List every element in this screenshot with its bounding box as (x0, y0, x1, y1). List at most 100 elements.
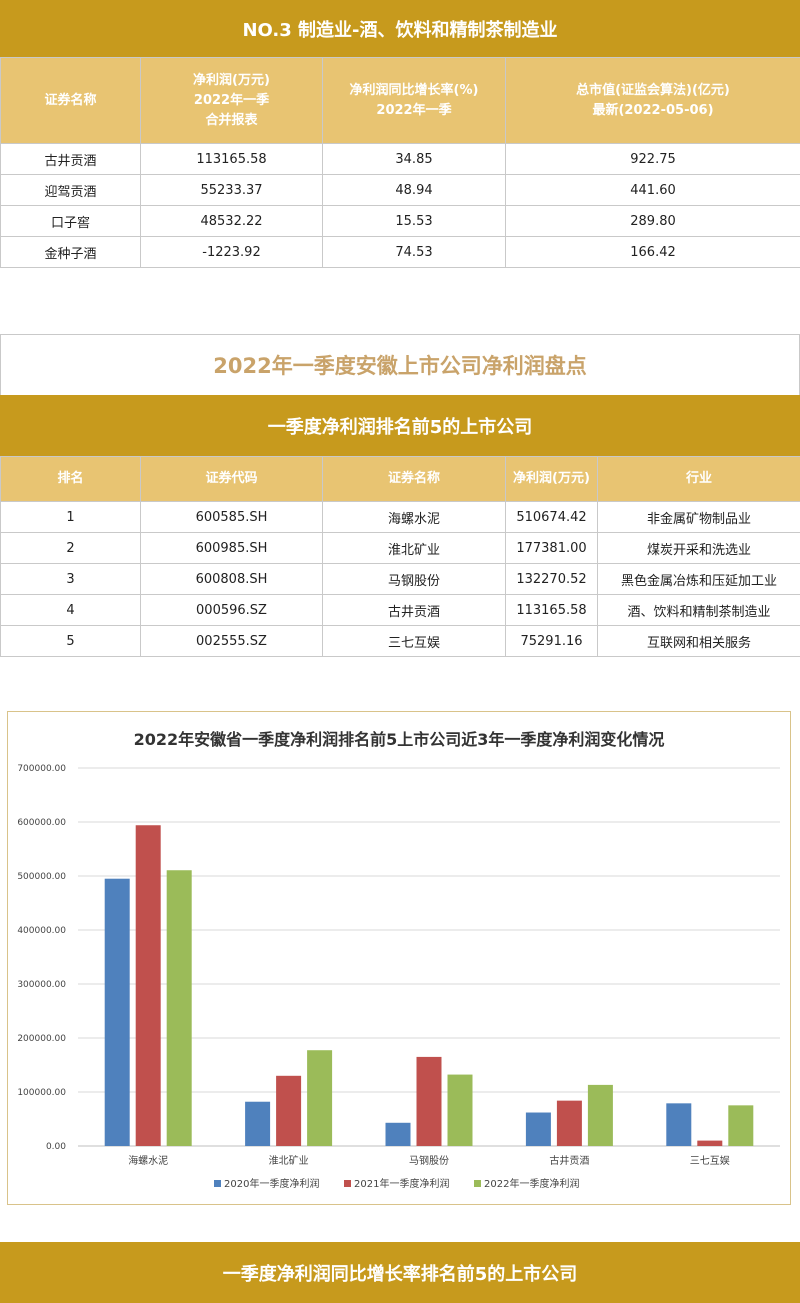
profit-chart: 2022年安徽省一季度净利润排名前5上市公司近3年一季度净利润变化情况 0.00… (7, 711, 791, 1205)
table-cell: 600985.SH (140, 532, 323, 564)
col-header-name: 证券名称 (0, 57, 141, 144)
table-cell: 2 (0, 532, 141, 564)
table-cell: 75291.16 (505, 625, 598, 657)
col-header: 证券代码 (140, 456, 323, 502)
table-cell: 922.75 (505, 143, 800, 175)
table-cell: 000596.SZ (140, 594, 323, 626)
section2-banner: 一季度净利润排名前5的上市公司 (0, 395, 800, 456)
bar (447, 1074, 473, 1146)
table-cell: 74.53 (322, 236, 506, 268)
bar (385, 1122, 411, 1146)
table-row: 金种子酒 -1223.92 74.53 166.42 (0, 236, 800, 268)
col-header: 排名 (0, 456, 141, 502)
y-tick-label: 400000.00 (17, 926, 66, 936)
table-cell: 金种子酒 (0, 236, 141, 268)
table-cell: 55233.37 (140, 174, 323, 206)
table-row: 古井贡酒 113165.58 34.85 922.75 (0, 143, 800, 175)
table-row: 口子窖 48532.22 15.53 289.80 (0, 205, 800, 237)
table-cell: 600585.SH (140, 501, 323, 533)
bar (525, 1112, 551, 1146)
col-header-line: 2022年一季 (376, 102, 452, 118)
industry-table-header: 证券名称 净利润(万元) 2022年一季 合并报表 净利润同比增长率(%) 20… (0, 57, 800, 144)
table-cell: 三七互娱 (322, 625, 506, 657)
table-cell: 酒、饮料和精制茶制造业 (597, 594, 800, 626)
y-tick-label: 500000.00 (17, 872, 66, 882)
bar (104, 878, 130, 1146)
table-row: 迎驾贡酒 55233.37 48.94 441.60 (0, 174, 800, 206)
table-cell: 132270.52 (505, 563, 598, 595)
table-cell: 煤炭开采和洗选业 (597, 532, 800, 564)
table-cell: 289.80 (505, 205, 800, 237)
col-header-line: 证券名称 (44, 92, 97, 108)
table-row: 4 000596.SZ 古井贡酒 113165.58 酒、饮料和精制茶制造业 (0, 594, 800, 626)
x-tick-label: 淮北矿业 (269, 1154, 309, 1167)
legend-swatch (474, 1180, 481, 1187)
col-header: 行业 (597, 456, 800, 502)
y-tick-label: 100000.00 (17, 1088, 66, 1098)
x-tick-label: 海螺水泥 (128, 1154, 168, 1167)
bar (587, 1084, 613, 1146)
table-cell: 166.42 (505, 236, 800, 268)
table-cell: 177381.00 (505, 532, 598, 564)
col-header-line: 总市值(证监会算法)(亿元) (576, 82, 730, 98)
table-cell: 古井贡酒 (322, 594, 506, 626)
industry-table: 证券名称 净利润(万元) 2022年一季 合并报表 净利润同比增长率(%) 20… (0, 57, 800, 268)
table-cell: 海螺水泥 (322, 501, 506, 533)
chart-plot: 0.00 100000.00 200000.00 300000.00 400000.00… (17, 764, 780, 1190)
col-header: 净利润(万元) (505, 456, 598, 502)
table-cell: 口子窖 (0, 205, 141, 237)
x-tick-label: 马钢股份 (409, 1154, 449, 1167)
y-tick-label: 300000.00 (17, 980, 66, 990)
col-header-line: 净利润(万元) (193, 72, 270, 88)
col-header-line: 合并报表 (205, 112, 258, 128)
table-cell: 002555.SZ (140, 625, 323, 657)
table-row: 1 600585.SH 海螺水泥 510674.42 非金属矿物制品业 (0, 501, 800, 533)
col-header-market-cap: 总市值(证监会算法)(亿元) 最新(2022-05-06) (505, 57, 800, 144)
bar (666, 1103, 692, 1146)
table-cell: 34.85 (322, 143, 506, 175)
col-header-net-profit: 净利润(万元) 2022年一季 合并报表 (140, 57, 323, 144)
legend-label: 2022年一季度净利润 (484, 1177, 579, 1190)
table-cell: 15.53 (322, 205, 506, 237)
bar (166, 870, 192, 1146)
bar (556, 1100, 582, 1146)
table-cell: 48532.22 (140, 205, 323, 237)
table-cell: 马钢股份 (322, 563, 506, 595)
table-cell: 迎驾贡酒 (0, 174, 141, 206)
legend-swatch (214, 1180, 221, 1187)
table-cell: 1 (0, 501, 141, 533)
table-row: 3 600808.SH 马钢股份 132270.52 黑色金属冶炼和压延加工业 (0, 563, 800, 595)
y-tick-label: 700000.00 (17, 764, 66, 774)
col-header-line: 最新(2022-05-06) (592, 102, 714, 118)
report-title: 2022年一季度安徽上市公司净利润盘点 (0, 334, 800, 396)
table-cell: 非金属矿物制品业 (597, 501, 800, 533)
legend-label: 2020年一季度净利润 (224, 1177, 319, 1190)
section1-banner: NO.3 制造业-酒、饮料和精制茶制造业 (0, 0, 800, 57)
bar (416, 1056, 442, 1146)
x-tick-label: 三七互娱 (690, 1154, 730, 1167)
y-tick-label: 0.00 (46, 1142, 66, 1152)
table-cell: 510674.42 (505, 501, 598, 533)
bar (307, 1050, 333, 1146)
table-cell: 48.94 (322, 174, 506, 206)
col-header-line: 净利润同比增长率(%) (349, 82, 479, 98)
table-cell: 古井贡酒 (0, 143, 141, 175)
x-tick-label: 古井贡酒 (549, 1154, 589, 1167)
table-row: 5 002555.SZ 三七互娱 75291.16 互联网和相关服务 (0, 625, 800, 657)
bar (697, 1140, 723, 1146)
bar (135, 825, 161, 1146)
bar (245, 1101, 271, 1146)
col-header: 证券名称 (322, 456, 506, 502)
table-row: 2 600985.SH 淮北矿业 177381.00 煤炭开采和洗选业 (0, 532, 800, 564)
bar (728, 1105, 754, 1146)
section3-banner: 一季度净利润同比增长率排名前5的上市公司 (0, 1242, 800, 1303)
table-cell: 600808.SH (140, 563, 323, 595)
top5-table-header: 排名 证券代码 证券名称 净利润(万元) 行业 (0, 456, 800, 502)
table-cell: 互联网和相关服务 (597, 625, 800, 657)
top5-profit-table: 排名 证券代码 证券名称 净利润(万元) 行业 1 600585.SH 海螺水泥 510674… (0, 456, 800, 657)
bar (276, 1075, 302, 1146)
table-cell: 441.60 (505, 174, 800, 206)
table-cell: 113165.58 (505, 594, 598, 626)
table-cell: 3 (0, 563, 141, 595)
table-cell: 4 (0, 594, 141, 626)
